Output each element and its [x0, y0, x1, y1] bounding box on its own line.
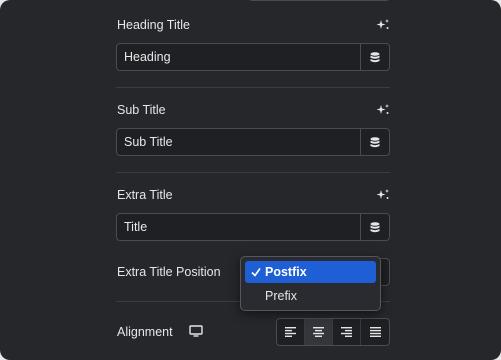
option-prefix[interactable]: Prefix	[245, 285, 376, 307]
align-right-button[interactable]	[333, 319, 361, 345]
sparkles-icon[interactable]	[376, 188, 390, 202]
sub-title-input[interactable]	[117, 129, 360, 155]
sub-title-field	[116, 128, 390, 156]
section-divider	[116, 87, 390, 88]
align-left-button[interactable]	[277, 319, 305, 345]
sub-title-label: Sub Title	[117, 103, 166, 117]
database-icon	[370, 221, 380, 232]
previous-control-edge	[248, 0, 390, 1]
heading-title-field	[116, 43, 390, 71]
option-postfix[interactable]: Postfix	[245, 261, 376, 283]
database-icon	[370, 136, 380, 147]
extra-title-position-label: Extra Title Position	[117, 265, 221, 279]
align-justify-button[interactable]	[361, 319, 389, 345]
align-justify-icon	[369, 327, 381, 337]
extra-title-position-dropdown: Postfix Prefix	[240, 256, 381, 311]
section-divider	[116, 172, 390, 173]
extra-title-label: Extra Title	[117, 188, 173, 202]
align-right-icon	[341, 327, 352, 337]
sparkles-icon[interactable]	[376, 103, 390, 117]
sparkles-icon[interactable]	[376, 18, 390, 32]
option-postfix-label: Postfix	[265, 265, 307, 279]
heading-title-label: Heading Title	[117, 18, 190, 32]
database-icon	[370, 51, 380, 62]
option-prefix-label: Prefix	[265, 289, 297, 303]
align-center-button[interactable]	[305, 319, 333, 345]
extra-title-field	[116, 213, 390, 241]
heading-dynamic-tags-button[interactable]	[360, 44, 389, 70]
heading-title-input[interactable]	[117, 44, 360, 70]
extra-title-dynamic-tags-button[interactable]	[360, 214, 389, 240]
desktop-icon[interactable]	[189, 325, 203, 337]
alignment-button-group	[276, 318, 390, 346]
sub-title-dynamic-tags-button[interactable]	[360, 129, 389, 155]
extra-title-input[interactable]	[117, 214, 360, 240]
alignment-label: Alignment	[117, 325, 173, 339]
align-left-icon	[285, 327, 296, 337]
align-center-icon	[313, 327, 324, 337]
checkmark-icon	[251, 268, 261, 277]
settings-panel: Heading Title Sub Title	[0, 0, 501, 360]
